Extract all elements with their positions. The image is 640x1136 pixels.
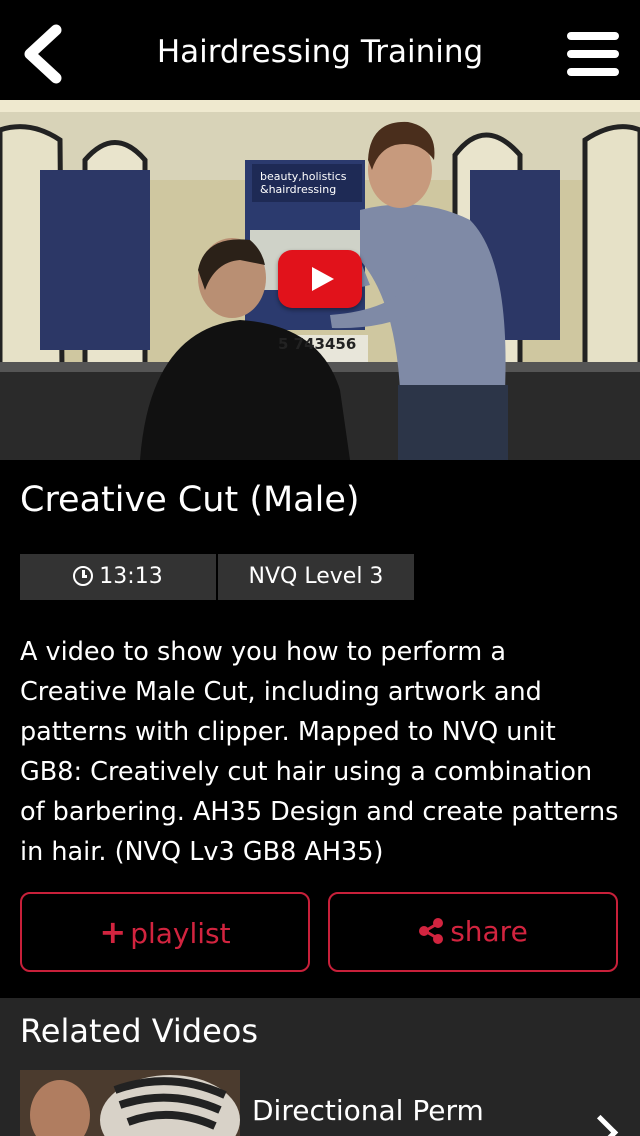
app-screen: Hairdressing Training beauty,holistics &… bbox=[0, 0, 640, 1136]
top-bar: Hairdressing Training bbox=[0, 0, 640, 100]
poster-text: beauty,holistics &hairdressing bbox=[252, 164, 362, 202]
duration-text: 13:13 bbox=[99, 564, 163, 589]
related-videos-section: Related Videos Directional Perm bbox=[0, 998, 640, 1136]
share-button[interactable]: share bbox=[328, 892, 618, 972]
play-icon bbox=[312, 267, 334, 291]
page-title: Hairdressing Training bbox=[156, 34, 484, 70]
share-label: share bbox=[450, 915, 528, 948]
video-description: A video to show you how to perform a Cre… bbox=[20, 637, 619, 867]
clock-icon bbox=[73, 566, 94, 586]
add-to-playlist-button[interactable]: + playlist bbox=[20, 892, 310, 972]
chevron-right-icon bbox=[582, 1114, 619, 1136]
video-meta: 13:13 NVQ Level 3 bbox=[20, 554, 414, 600]
menu-button[interactable] bbox=[564, 30, 620, 78]
related-videos-heading: Related Videos bbox=[20, 1012, 259, 1050]
share-icon bbox=[419, 918, 444, 944]
duration-badge: 13:13 bbox=[20, 554, 216, 600]
related-video-title: Directional Perm bbox=[252, 1094, 484, 1127]
related-video-item[interactable]: Directional Perm bbox=[0, 1070, 640, 1136]
poster-phone: 5 743456 bbox=[278, 335, 357, 353]
related-video-thumbnail bbox=[20, 1070, 240, 1136]
video-player[interactable]: beauty,holistics &hairdressing 5 743456 bbox=[0, 100, 640, 460]
level-badge: NVQ Level 3 bbox=[218, 554, 414, 600]
play-button[interactable] bbox=[278, 250, 362, 308]
video-title: Creative Cut (Male) bbox=[20, 480, 360, 520]
playlist-label: playlist bbox=[130, 917, 231, 950]
plus-icon: + bbox=[99, 913, 127, 951]
